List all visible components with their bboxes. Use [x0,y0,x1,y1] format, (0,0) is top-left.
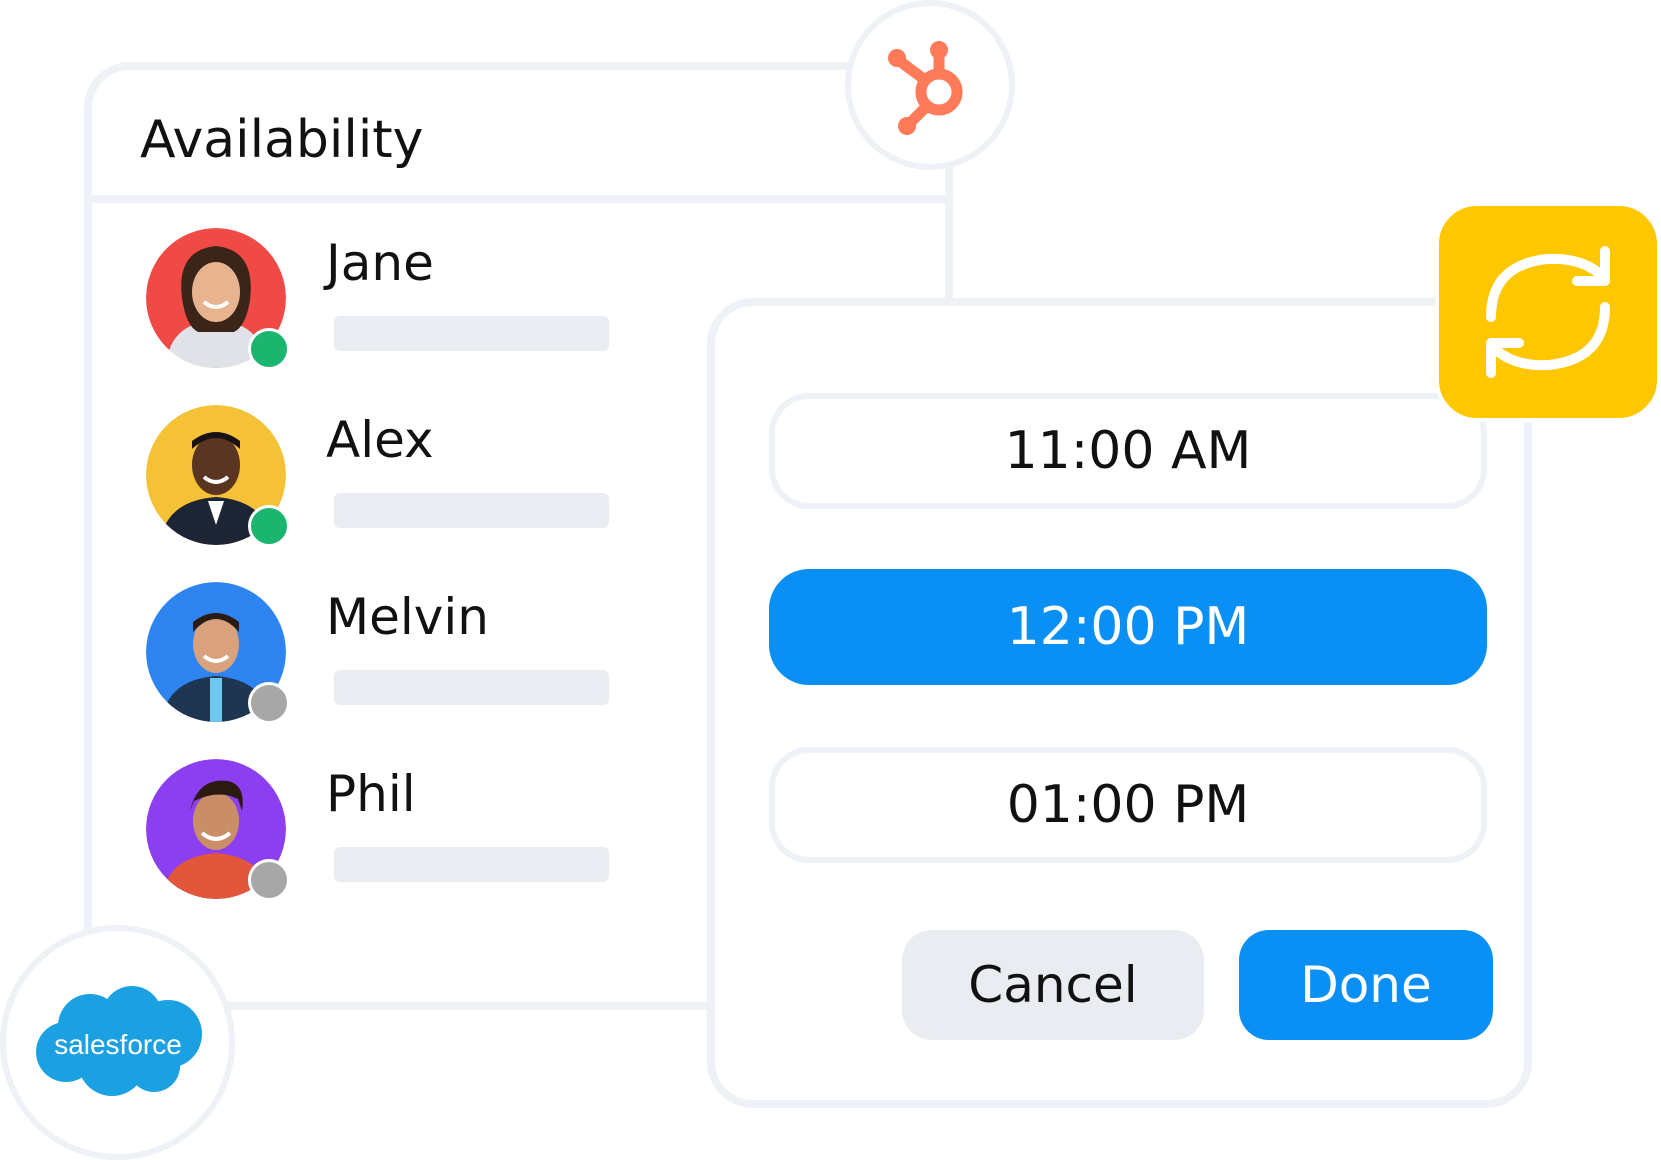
time-picker-card: 11:00 AM 12:00 PM 01:00 PM Cancel Done [707,298,1532,1108]
card-header: Availability [92,70,945,203]
status-offline-dot [248,859,290,901]
person-name: Melvin [326,588,489,646]
page-title: Availability [140,110,424,170]
time-slot-option[interactable]: 01:00 PM [769,747,1487,863]
placeholder-bar [334,670,609,705]
status-offline-dot [248,682,290,724]
placeholder-bar [334,493,609,528]
sync-badge [1435,202,1661,422]
salesforce-logo: salesforce [35,985,202,1096]
person-name: Jane [326,234,434,292]
hubspot-icon [888,41,963,135]
time-slot-option[interactable]: 11:00 AM [769,393,1487,509]
placeholder-bar [334,316,609,351]
person-name: Phil [326,765,416,823]
status-online-dot [248,328,290,370]
done-button[interactable]: Done [1239,930,1493,1040]
sync-icon [1486,246,1610,378]
person-name: Alex [326,411,434,469]
salesforce-badge: salesforce [0,925,235,1160]
time-slot-option-selected[interactable]: 12:00 PM [769,569,1487,685]
hubspot-badge [845,0,1015,170]
placeholder-bar [334,847,609,882]
salesforce-text: salesforce [54,1029,182,1060]
cancel-button[interactable]: Cancel [902,930,1204,1040]
status-online-dot [248,505,290,547]
